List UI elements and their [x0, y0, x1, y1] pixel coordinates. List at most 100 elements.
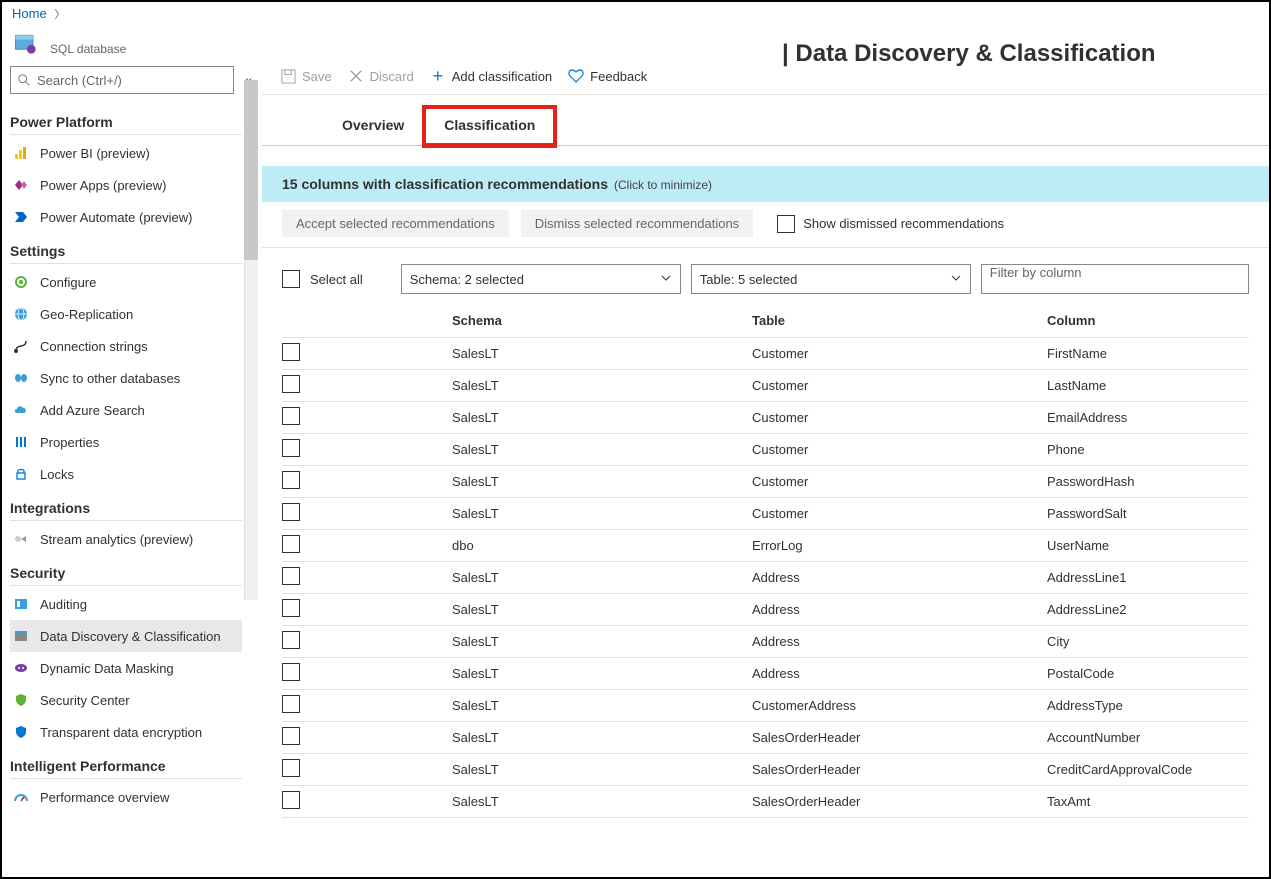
sql-database-icon [12, 30, 40, 58]
row-checkbox[interactable] [282, 791, 300, 809]
table-row: SalesLTCustomerPhone [282, 434, 1249, 466]
banner-hint: (Click to minimize) [614, 178, 712, 192]
cell-column: AddressType [1047, 698, 1249, 713]
cell-column: CreditCardApprovalCode [1047, 762, 1249, 777]
table-row: SalesLTCustomerEmailAddress [282, 402, 1249, 434]
cell-table: Address [752, 602, 1047, 617]
sidebar-item-power-automate-preview-[interactable]: Power Automate (preview) [10, 201, 242, 233]
cell-table: Customer [752, 378, 1047, 393]
powerbi-icon [12, 144, 30, 162]
sidebar-item-locks[interactable]: Locks [10, 458, 242, 490]
sidebar-item-power-bi-preview-[interactable]: Power BI (preview) [10, 137, 242, 169]
cell-table: Customer [752, 474, 1047, 489]
sidebar-item-stream-analytics-preview-[interactable]: Stream analytics (preview) [10, 523, 242, 555]
sidebar-item-label: Properties [40, 435, 99, 450]
sidebar-item-data-discovery-classification[interactable]: Data Discovery & Classification [10, 620, 242, 652]
schema-filter-dropdown[interactable]: Schema: 2 selected [401, 264, 681, 294]
row-checkbox[interactable] [282, 407, 300, 425]
cell-column: EmailAddress [1047, 410, 1249, 425]
audit-icon [12, 595, 30, 613]
table-filter-dropdown[interactable]: Table: 5 selected [691, 264, 971, 294]
row-checkbox[interactable] [282, 631, 300, 649]
cell-schema: SalesLT [452, 730, 752, 745]
row-checkbox[interactable] [282, 695, 300, 713]
sidebar-item-performance-overview[interactable]: Performance overview [10, 781, 242, 813]
row-checkbox[interactable] [282, 567, 300, 585]
row-checkbox[interactable] [282, 727, 300, 745]
discard-button[interactable]: Discard [348, 68, 414, 84]
sidebar: Search (Ctrl+/) « Power PlatformPower BI… [2, 60, 258, 855]
cell-schema: SalesLT [452, 506, 752, 521]
cell-table: Address [752, 666, 1047, 681]
sidebar-item-properties[interactable]: Properties [10, 426, 242, 458]
sidebar-item-configure[interactable]: Configure [10, 266, 242, 298]
sidebar-item-label: Data Discovery & Classification [40, 629, 221, 644]
cell-table: Customer [752, 506, 1047, 521]
search-placeholder: Search (Ctrl+/) [37, 73, 122, 88]
cell-schema: SalesLT [452, 794, 752, 809]
table-row: SalesLTCustomerPasswordHash [282, 466, 1249, 498]
row-checkbox[interactable] [282, 471, 300, 489]
sidebar-item-label: Auditing [40, 597, 87, 612]
cell-table: Customer [752, 410, 1047, 425]
row-checkbox[interactable] [282, 663, 300, 681]
sidebar-item-label: Locks [40, 467, 74, 482]
table-row: SalesLTSalesOrderHeaderTaxAmt [282, 786, 1249, 818]
add-classification-button[interactable]: + Add classification [430, 68, 552, 84]
col-table: Table [752, 313, 1047, 328]
accept-selected-button[interactable]: Accept selected recommendations [282, 210, 509, 237]
cell-schema: SalesLT [452, 570, 752, 585]
sidebar-item-sync-to-other-databases[interactable]: Sync to other databases [10, 362, 242, 394]
cell-column: AddressLine2 [1047, 602, 1249, 617]
row-checkbox[interactable] [282, 439, 300, 457]
dismiss-selected-button[interactable]: Dismiss selected recommendations [521, 210, 753, 237]
main-content: Save Discard + Add classification Feedba… [258, 60, 1269, 855]
sidebar-item-label: Configure [40, 275, 96, 290]
sidebar-item-geo-replication[interactable]: Geo-Replication [10, 298, 242, 330]
search-input[interactable]: Search (Ctrl+/) [10, 66, 234, 94]
cell-column: UserName [1047, 538, 1249, 553]
cell-table: CustomerAddress [752, 698, 1047, 713]
cell-column: TaxAmt [1047, 794, 1249, 809]
plus-icon: + [430, 68, 446, 84]
feedback-button[interactable]: Feedback [568, 68, 647, 84]
cell-schema: SalesLT [452, 378, 752, 393]
table-row: SalesLTAddressAddressLine1 [282, 562, 1249, 594]
table-row: SalesLTSalesOrderHeaderAccountNumber [282, 722, 1249, 754]
row-checkbox[interactable] [282, 375, 300, 393]
select-all-checkbox[interactable] [282, 270, 300, 288]
sidebar-item-label: Power BI (preview) [40, 146, 150, 161]
row-checkbox[interactable] [282, 599, 300, 617]
sidebar-item-transparent-data-encryption[interactable]: Transparent data encryption [10, 716, 242, 748]
sidebar-item-power-apps-preview-[interactable]: Power Apps (preview) [10, 169, 242, 201]
section-header: Security [10, 555, 242, 586]
cell-schema: SalesLT [452, 442, 752, 457]
tab-overview[interactable]: Overview [322, 107, 424, 145]
column-filter-input[interactable]: Filter by column [981, 264, 1249, 294]
recommendations-banner[interactable]: 15 columns with classification recommend… [262, 166, 1269, 202]
row-checkbox[interactable] [282, 535, 300, 553]
search-icon [17, 73, 31, 87]
cell-table: Customer [752, 442, 1047, 457]
sidebar-item-auditing[interactable]: Auditing [10, 588, 242, 620]
table-row: SalesLTAddressCity [282, 626, 1249, 658]
row-checkbox[interactable] [282, 503, 300, 521]
show-dismissed-checkbox[interactable] [777, 215, 795, 233]
save-button[interactable]: Save [280, 68, 332, 84]
tab-classification[interactable]: Classification [424, 107, 555, 146]
sidebar-item-dynamic-data-masking[interactable]: Dynamic Data Masking [10, 652, 242, 684]
sidebar-item-connection-strings[interactable]: Connection strings [10, 330, 242, 362]
row-checkbox[interactable] [282, 343, 300, 361]
cell-schema: SalesLT [452, 698, 752, 713]
row-checkbox[interactable] [282, 759, 300, 777]
cell-table: ErrorLog [752, 538, 1047, 553]
cell-schema: SalesLT [452, 410, 752, 425]
breadcrumb-home[interactable]: Home [12, 6, 47, 21]
sidebar-item-security-center[interactable]: Security Center [10, 684, 242, 716]
sidebar-item-add-azure-search[interactable]: Add Azure Search [10, 394, 242, 426]
sidebar-item-label: Add Azure Search [40, 403, 145, 418]
scrollbar-thumb[interactable] [244, 80, 258, 260]
tabs: Overview Classification [262, 107, 1269, 146]
cell-column: LastName [1047, 378, 1249, 393]
cell-column: PostalCode [1047, 666, 1249, 681]
